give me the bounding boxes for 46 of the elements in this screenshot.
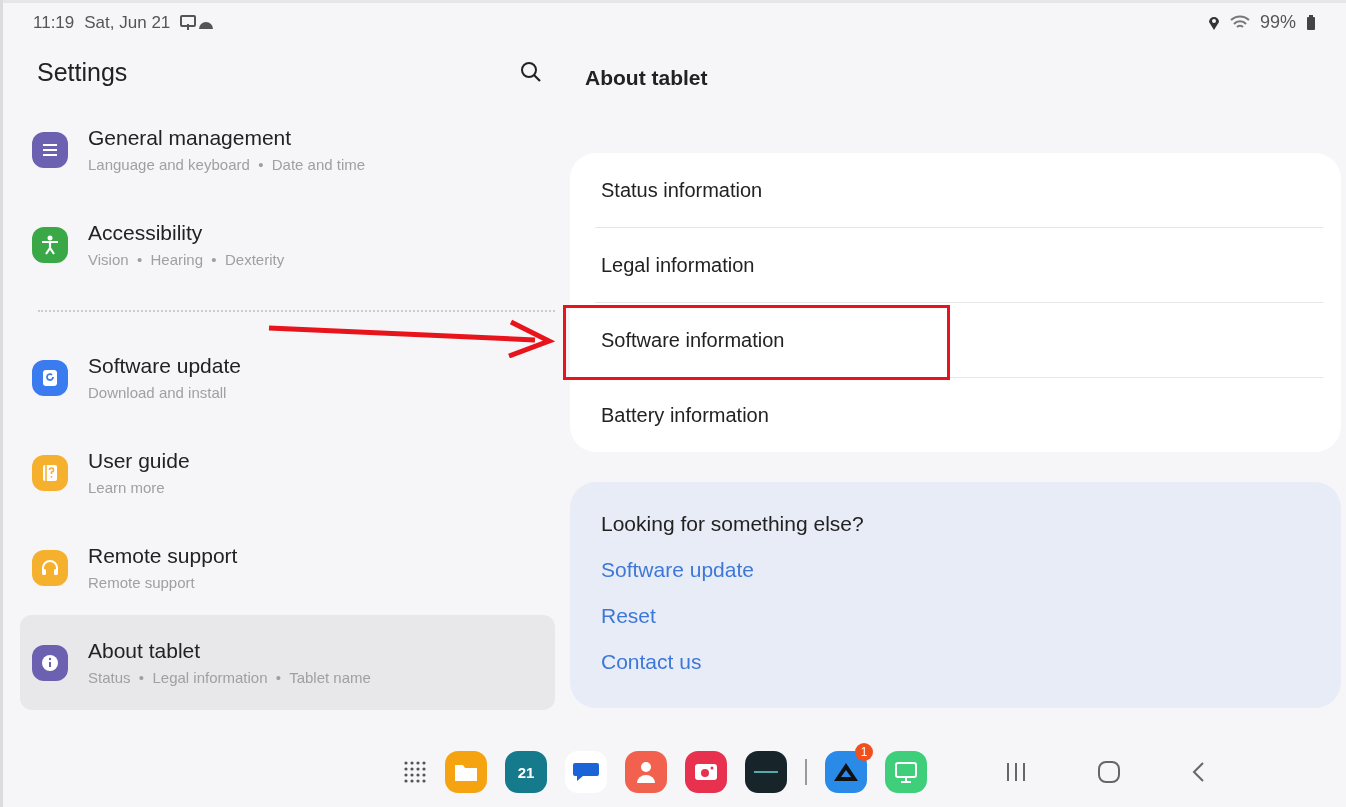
page-title: About tablet <box>585 66 708 90</box>
status-date: Sat, Jun 21 <box>84 12 171 33</box>
location-icon <box>1207 14 1220 31</box>
item-title: Software update <box>88 354 241 378</box>
info-row[interactable]: Battery information <box>601 403 769 427</box>
item-subtitle: Vision • Hearing • Dexterity <box>88 251 285 268</box>
item-title: Accessibility <box>88 221 204 245</box>
battery-icon <box>1306 14 1316 31</box>
camera-icon[interactable] <box>685 751 727 793</box>
settings-item[interactable]: Accessibility Vision • Hearing • Dexterity <box>20 197 555 292</box>
app-icon[interactable] <box>745 751 787 793</box>
settings-item[interactable]: Software update Download and install <box>20 330 555 425</box>
suggestion-title: Looking for something else? <box>601 512 865 536</box>
chat-bubble-icon[interactable] <box>565 751 607 793</box>
notification-badge: 1 <box>855 743 873 761</box>
info-row[interactable]: Legal information <box>601 253 755 277</box>
settings-item[interactable]: About tablet Status • Legal information • Tablet name <box>20 615 555 710</box>
info-row[interactable]: Software information <box>601 328 785 352</box>
home-icon[interactable] <box>1097 760 1121 784</box>
calendar-icon[interactable]: 21 <box>505 751 547 793</box>
recents-icon[interactable] <box>1005 762 1027 782</box>
search-icon[interactable] <box>519 60 543 84</box>
item-title: About tablet <box>88 639 202 663</box>
screen-cast-icon <box>180 14 215 31</box>
apps-grid-icon[interactable] <box>403 760 427 784</box>
info-row[interactable]: Status information <box>601 178 763 202</box>
suggestion-link[interactable]: Contact us <box>601 650 702 673</box>
item-subtitle: Status • Legal information • Tablet name <box>88 669 371 686</box>
item-title: General management <box>88 126 293 150</box>
settings-title: Settings <box>37 57 128 87</box>
item-title: Remote support <box>88 544 238 568</box>
settings-item[interactable]: User guide Learn more <box>20 425 555 520</box>
settings-item[interactable]: Remote support Remote support <box>20 520 555 615</box>
item-subtitle: Learn more <box>88 479 166 496</box>
status-time: 11:19 <box>33 12 75 33</box>
calendar-date: 21 <box>517 763 535 781</box>
battery-percent: 99% <box>1259 12 1296 33</box>
suggestion-link[interactable]: Reset <box>601 604 656 627</box>
back-icon[interactable] <box>1191 761 1205 783</box>
suggestion-link[interactable]: Software update <box>601 558 754 581</box>
item-subtitle: Download and install <box>88 384 228 401</box>
settings-item[interactable]: General management Language and keyboard • Date and time <box>20 102 555 197</box>
person-icon[interactable] <box>625 751 667 793</box>
item-subtitle: Remote support <box>88 574 196 591</box>
item-subtitle: Language and keyboard • Date and time <box>88 156 366 173</box>
item-title: User guide <box>88 449 190 473</box>
